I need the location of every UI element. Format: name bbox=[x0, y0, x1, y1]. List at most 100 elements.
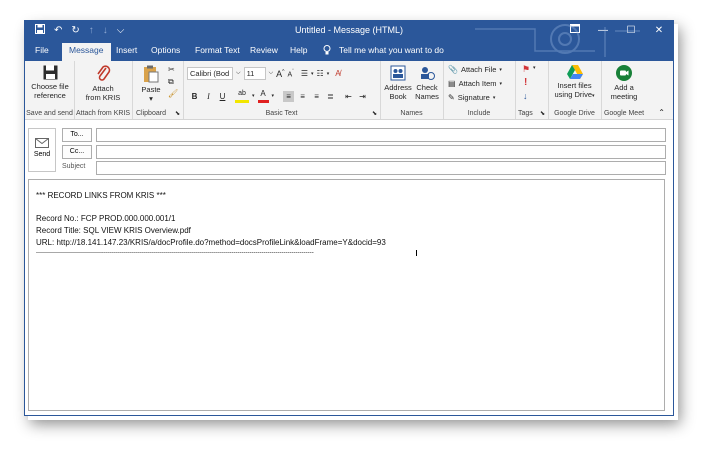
size-dropdown-icon[interactable]: ⌵ bbox=[269, 70, 274, 77]
attach-item-icon: ▤ bbox=[448, 79, 456, 88]
message-body[interactable]: *** RECORD LINKS FROM KRIS *** Record No… bbox=[28, 179, 665, 411]
paste-label: Paste bbox=[141, 85, 161, 94]
tab-file[interactable]: File bbox=[35, 45, 49, 55]
bold-button[interactable]: B bbox=[189, 91, 200, 102]
follow-up-flag-icon[interactable]: ⚑ bbox=[522, 64, 530, 75]
attach-item-button[interactable]: ▤ Attach Item ▾ bbox=[448, 79, 502, 88]
drive-dropdown-icon: ▾ bbox=[592, 93, 595, 99]
group-save-and-send: Choose file reference Save and send bbox=[25, 61, 75, 119]
paste-dropdown-icon[interactable]: ▾ bbox=[149, 94, 153, 103]
add-a-label: Add a bbox=[614, 83, 634, 92]
choose-file-reference-button[interactable]: Choose file reference bbox=[27, 65, 73, 100]
paste-icon bbox=[144, 65, 159, 83]
italic-button[interactable]: I bbox=[203, 91, 214, 102]
tab-help[interactable]: Help bbox=[290, 45, 307, 55]
group-basic-text: Calibri (Bod ⌵ 11 ⌵ A^ Aˇ ☰ ▾ ☷ ▾ A̸ B I U a… bbox=[183, 61, 381, 119]
clipboard-launcher-icon[interactable]: ⬊ bbox=[175, 110, 180, 117]
grow-font-button[interactable]: A^ bbox=[276, 69, 284, 79]
numbering-icon[interactable]: ☷ bbox=[317, 69, 324, 78]
group-clipboard: Paste ▾ ✂ ⧉ 🖌 Clipboard ⬊ bbox=[132, 61, 184, 119]
bullets-icon[interactable]: ☰ bbox=[301, 69, 308, 78]
underline-button[interactable]: U bbox=[217, 91, 228, 102]
attach-from-kris-button[interactable]: Attach from KRIS bbox=[78, 65, 128, 102]
highlight-dropdown-icon[interactable]: ▾ bbox=[252, 93, 255, 99]
group-label-basic-text: Basic Text bbox=[265, 110, 298, 117]
book-label: Book bbox=[389, 92, 407, 101]
align-center-icon[interactable]: ≡ bbox=[297, 91, 308, 102]
reference-label: reference bbox=[34, 91, 66, 100]
floppy-icon bbox=[43, 65, 57, 80]
paperclip-icon bbox=[96, 65, 110, 81]
circuit-decoration bbox=[475, 24, 640, 57]
to-field[interactable] bbox=[96, 128, 666, 142]
group-names: Address Book Check Names Names bbox=[380, 61, 444, 119]
signature-icon: ✎ bbox=[448, 93, 455, 102]
paperclip-small-icon: 📎 bbox=[448, 65, 458, 74]
font-dropdown-icon[interactable]: ⌵ bbox=[236, 70, 241, 77]
body-line-record-title: Record Title: SQL VIEW KRIS Overview.pdf bbox=[36, 226, 191, 235]
format-row: B I U ab ▾ A ▾ ≡ ≡ ≡ ≣ ⇤ ⇥ bbox=[189, 89, 368, 103]
decrease-indent-icon[interactable]: ⇤ bbox=[343, 91, 354, 102]
insert-files-using-drive-button[interactable]: Insert files using Drive▾ bbox=[550, 65, 599, 101]
group-label-google-meet: Google Meet bbox=[603, 110, 645, 117]
address-book-button[interactable]: Address Book bbox=[383, 65, 413, 101]
basic-text-launcher-icon[interactable]: ⬊ bbox=[372, 110, 377, 117]
flag-dropdown-icon[interactable]: ▾ bbox=[533, 65, 536, 71]
high-importance-icon[interactable]: ! bbox=[524, 77, 527, 88]
tab-format-text[interactable]: Format Text bbox=[195, 45, 240, 55]
tab-insert[interactable]: Insert bbox=[116, 45, 137, 55]
check-label: Check bbox=[416, 83, 438, 92]
low-importance-icon[interactable]: ↓ bbox=[523, 91, 528, 101]
choose-file-label: Choose file bbox=[31, 82, 69, 91]
font-color-dropdown-icon[interactable]: ▾ bbox=[272, 93, 275, 99]
tab-review[interactable]: Review bbox=[250, 45, 278, 55]
close-button[interactable]: ✕ bbox=[645, 21, 673, 41]
cut-icon[interactable]: ✂ bbox=[168, 65, 175, 74]
using-drive-label: using Drive bbox=[554, 90, 592, 99]
font-name-select[interactable]: Calibri (Bod bbox=[187, 67, 233, 80]
attach-item-label: Attach Item bbox=[458, 79, 497, 88]
outlook-message-window: ↶ ↻ ↑ ↓ ⌵ Untitled - Message (HTML) — ☐ … bbox=[24, 20, 674, 416]
collapse-ribbon-icon[interactable]: ⌃ bbox=[658, 108, 665, 117]
tags-launcher-icon[interactable]: ⬊ bbox=[540, 110, 545, 117]
justify-icon[interactable]: ≣ bbox=[325, 91, 336, 102]
to-button[interactable]: To... bbox=[62, 128, 92, 142]
subject-field[interactable] bbox=[96, 161, 666, 175]
body-line-url: URL: http://18.141.147.23/KRIS/a/docProf… bbox=[36, 238, 386, 247]
attach-file-button[interactable]: 📎 Attach File ▾ bbox=[448, 65, 502, 74]
align-right-icon[interactable]: ≡ bbox=[311, 91, 322, 102]
names-label: Names bbox=[415, 92, 439, 101]
cc-button[interactable]: Cc... bbox=[62, 145, 92, 159]
numbering-dropdown-icon[interactable]: ▾ bbox=[327, 71, 330, 77]
add-meeting-button[interactable]: Add a meeting bbox=[603, 65, 645, 101]
format-painter-icon[interactable]: 🖌 bbox=[168, 89, 178, 98]
align-left-icon[interactable]: ≡ bbox=[283, 90, 295, 102]
clear-formatting-icon[interactable]: A̸ bbox=[335, 69, 340, 78]
cc-field[interactable] bbox=[96, 145, 666, 159]
group-label-attach-from-kris: Attach from KRIS bbox=[75, 110, 131, 117]
increase-indent-icon[interactable]: ⇥ bbox=[357, 91, 368, 102]
signature-label: Signature bbox=[457, 93, 490, 102]
address-label: Address bbox=[384, 83, 412, 92]
copy-icon[interactable]: ⧉ bbox=[168, 77, 174, 87]
attach-item-dropdown-icon: ▾ bbox=[499, 80, 503, 87]
address-book-icon bbox=[390, 65, 406, 81]
font-color-button[interactable]: A bbox=[257, 89, 269, 103]
send-envelope-icon bbox=[35, 138, 49, 148]
ribbon: Choose file reference Save and send Atta… bbox=[25, 61, 673, 120]
tell-me-search[interactable]: Tell me what you want to do bbox=[339, 45, 444, 55]
group-label-names: Names bbox=[400, 110, 423, 117]
bullets-dropdown-icon[interactable]: ▾ bbox=[311, 71, 314, 77]
paste-button[interactable]: Paste ▾ bbox=[138, 65, 164, 103]
check-names-icon bbox=[421, 67, 435, 80]
signature-button[interactable]: ✎ Signature ▾ bbox=[448, 93, 495, 102]
font-size-select[interactable]: 11 bbox=[243, 67, 266, 80]
tab-message[interactable]: Message bbox=[62, 43, 111, 61]
check-names-button[interactable]: Check Names bbox=[413, 65, 441, 101]
send-button[interactable]: Send bbox=[28, 128, 56, 172]
attach-file-dropdown-icon: ▾ bbox=[499, 66, 502, 73]
tab-options[interactable]: Options bbox=[151, 45, 180, 55]
group-label-google-drive: Google Drive bbox=[554, 110, 595, 117]
highlight-button[interactable]: ab bbox=[235, 89, 249, 103]
shrink-font-button[interactable]: Aˇ bbox=[288, 69, 294, 78]
